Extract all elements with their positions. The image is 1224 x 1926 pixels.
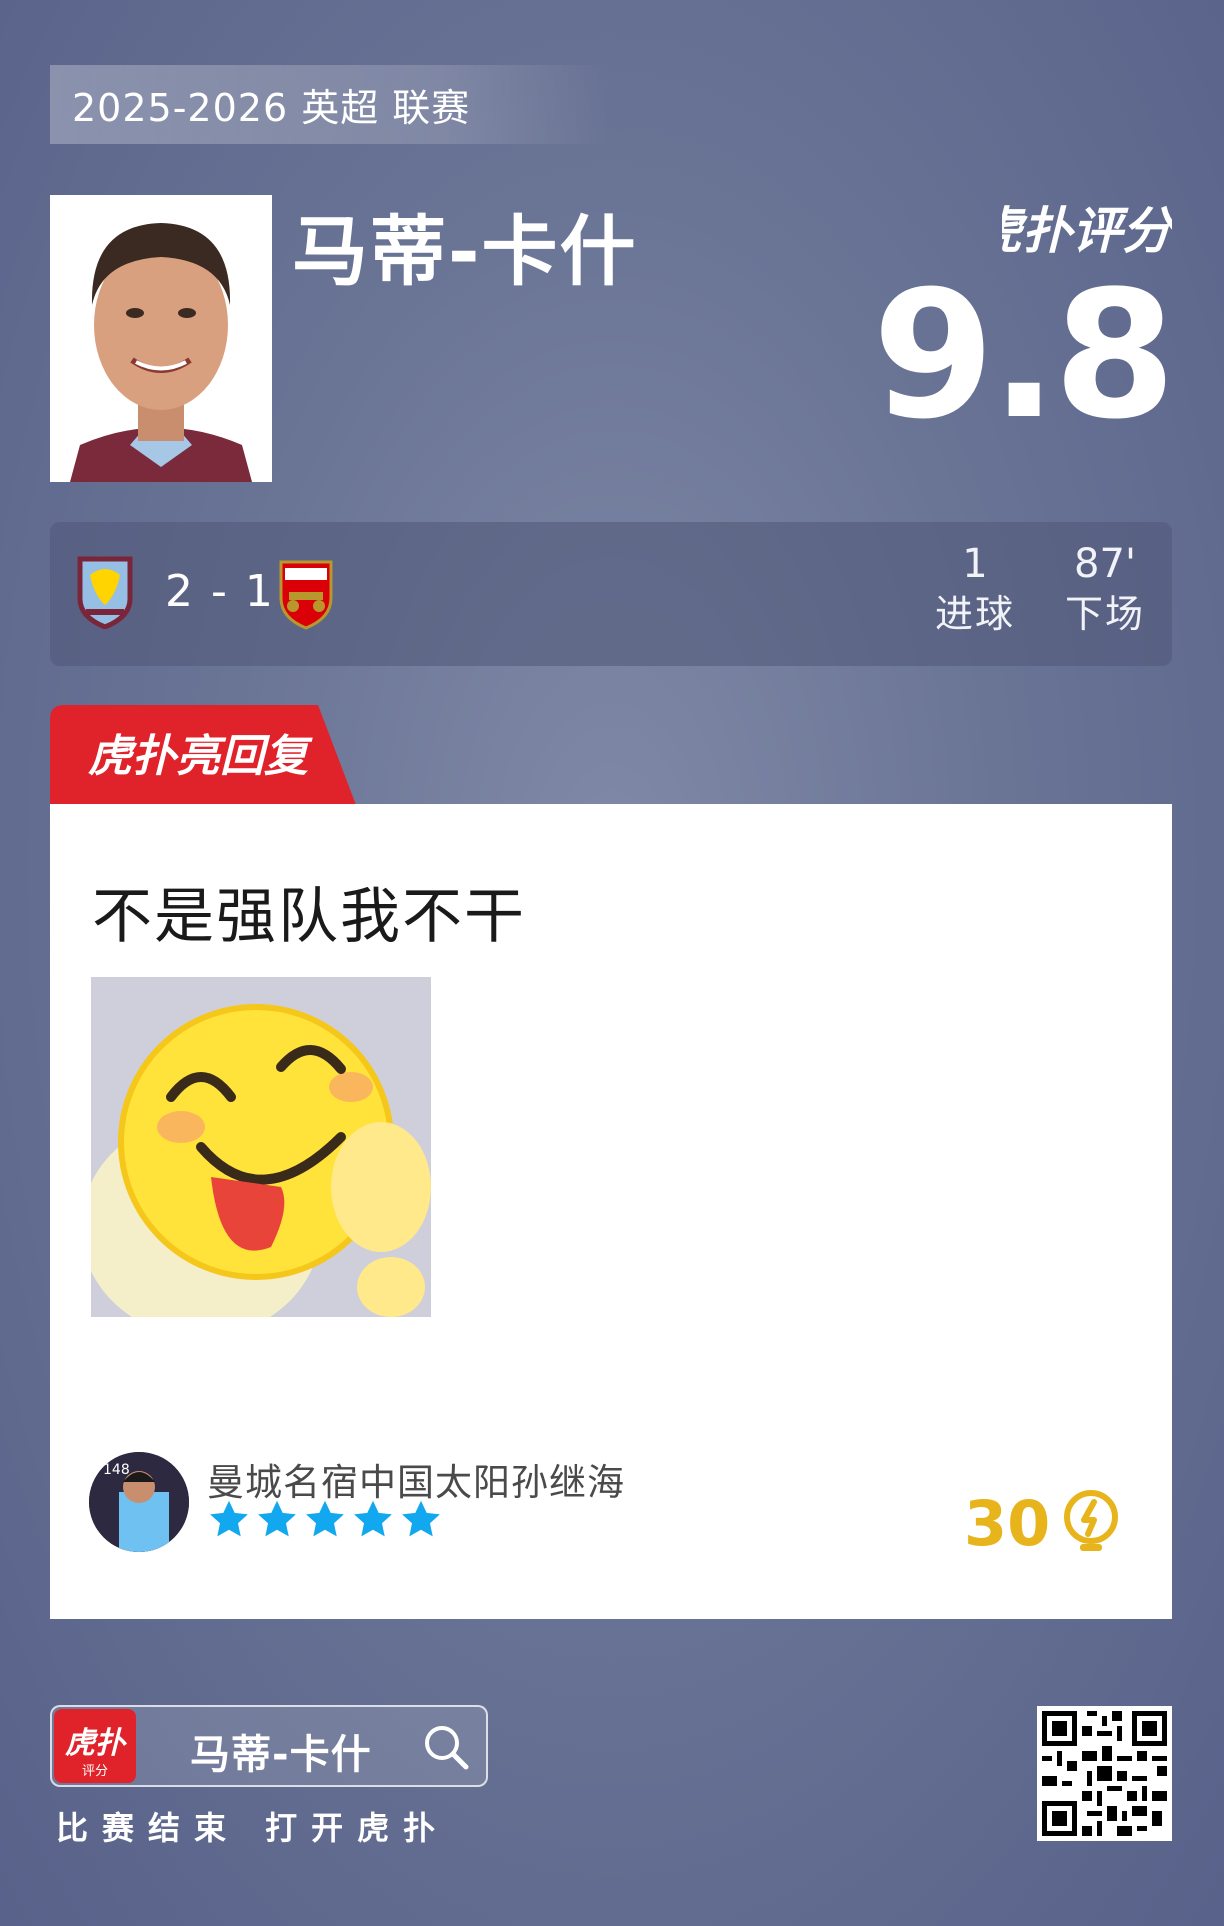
app-icon-text: 虎扑 xyxy=(65,1726,127,1761)
avatar-jersey-number: 148 xyxy=(103,1462,130,1478)
highlight-reply-tab: 虎扑亮回复 xyxy=(50,705,356,805)
user-avatar[interactable]: 148 xyxy=(89,1452,189,1552)
player-photo xyxy=(50,195,272,482)
emoji-sticker-image xyxy=(91,977,431,1317)
stat-substituted-label: 下场 xyxy=(1064,592,1145,636)
search-icon[interactable] xyxy=(421,1722,471,1772)
star-icon xyxy=(402,1500,440,1537)
rating-value: 9.8 xyxy=(872,253,1176,458)
bottom-caption: 比赛结束 打开虎扑 xyxy=(56,1809,450,1847)
season-label: 2025-2026 英超 联赛 xyxy=(50,65,610,144)
stat-substituted: 87' 下场 xyxy=(1055,540,1155,640)
highlight-comment: 不是强队我不干 xyxy=(92,882,526,952)
player-name: 马蒂-卡什 xyxy=(292,207,638,296)
match-score: 2 - 1 xyxy=(165,566,275,617)
qr-code-icon[interactable] xyxy=(1037,1706,1172,1841)
aston-villa-crest-icon xyxy=(76,555,134,630)
star-icon xyxy=(210,1500,248,1537)
stat-goals: 1 进球 xyxy=(930,540,1020,640)
app-icon-subtext: 评分 xyxy=(82,1764,108,1779)
user-rating-stars xyxy=(207,1498,443,1542)
highlight-tab-label: 虎扑亮回复 xyxy=(88,731,313,782)
star-icon xyxy=(306,1500,344,1537)
hupu-app-icon: 虎扑 评分 xyxy=(54,1709,136,1783)
stat-goals-label: 进球 xyxy=(934,592,1015,636)
star-icon xyxy=(258,1500,296,1537)
stat-goals-value: 1 xyxy=(962,541,988,587)
stat-substituted-value: 87' xyxy=(1074,541,1136,587)
rating-brand-text: 虎扑评分 xyxy=(1002,202,1172,260)
like-count: 30 xyxy=(964,1487,1051,1560)
star-icon xyxy=(354,1500,392,1537)
lightbulb-like-icon[interactable] xyxy=(1062,1490,1120,1558)
arsenal-crest-icon xyxy=(277,558,335,630)
search-query-text[interactable]: 马蒂-卡什 xyxy=(190,1722,372,1780)
